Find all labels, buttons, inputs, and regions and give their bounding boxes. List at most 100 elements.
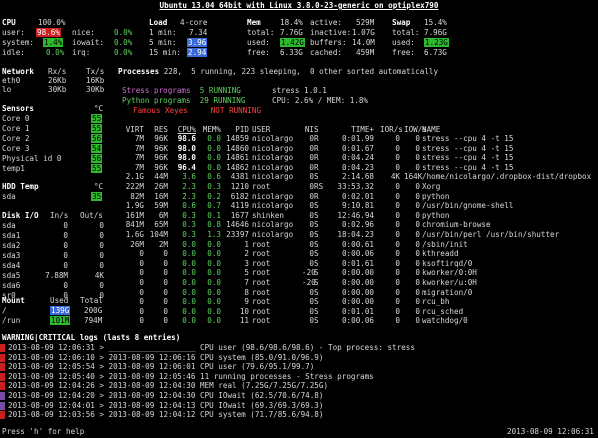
- sensor-value-cell: 56: [91, 154, 103, 163]
- proc-cell-name: kworker/0:0H: [422, 268, 477, 278]
- proc-cell-virt: 0: [139, 258, 144, 268]
- proc-cell-time: 0:00.00: [341, 268, 374, 278]
- proc-cell-mem: 0.1: [207, 210, 221, 220]
- proc-cell-cpu: 0.3: [182, 220, 196, 230]
- proc-header-cpu[interactable]: CPU%: [170, 125, 196, 134]
- proc-cell-virt: 0: [139, 249, 144, 259]
- proc-cell-name: kthreadd: [422, 249, 459, 259]
- proc-cell-virt: 1.9G: [125, 201, 144, 211]
- sensor-name: Core 1: [2, 124, 30, 133]
- monitor-xeyes-label: Famous Xeyes: [133, 106, 188, 115]
- proc-cell-user: shinken: [252, 210, 285, 220]
- proc-cell-name: migration/0: [422, 287, 473, 297]
- disk-out: 0: [99, 241, 104, 250]
- log-severity-marker: [0, 353, 5, 362]
- proc-cell-pid: 1677: [230, 210, 249, 220]
- proc-cell-iow: 0: [415, 278, 420, 287]
- proc-cell-mem: 0.8: [207, 220, 221, 230]
- disk-out: 0: [99, 261, 104, 270]
- sensor-value-cell: 55: [91, 124, 103, 133]
- proc-header-user: USER: [252, 125, 271, 134]
- load-15min-value: 2.94: [187, 48, 208, 57]
- proc-cell-ni: 0: [309, 258, 314, 268]
- proc-cell-ior: 0: [395, 230, 400, 239]
- mem-title: Mem: [247, 18, 261, 27]
- proc-cell-res: 6M: [158, 210, 168, 220]
- proc-cell-iow: 0: [415, 220, 420, 230]
- proc-cell-pid: 9: [244, 297, 249, 307]
- cpu-title: CPU: [2, 18, 16, 27]
- proc-cell-ni: 0: [309, 287, 314, 297]
- cpu-nice-label: nice:: [72, 28, 95, 37]
- proc-cell-ior: 0: [395, 258, 400, 268]
- sensor-name: Core 0: [2, 114, 30, 123]
- proc-cell-ior: 0: [395, 287, 400, 297]
- monitor-python-label: Python programs: [122, 96, 191, 105]
- proc-cell-res: 96K: [154, 143, 168, 153]
- proc-cell-cpu: 96.4: [177, 162, 196, 172]
- proc-cell-ni: 0: [309, 306, 314, 316]
- proc-cell-mem: 0.6: [207, 172, 221, 182]
- proc-cell-virt: 161M: [125, 210, 144, 220]
- disk-name: sda1: [2, 231, 21, 240]
- log-severity-marker: [0, 372, 5, 381]
- proc-cell-ior: 0: [395, 249, 400, 259]
- disk-name: sda5: [2, 271, 21, 280]
- proc-cell-ni: 0: [309, 230, 314, 239]
- proc-cell-mem: 0.0: [207, 258, 221, 268]
- proc-cell-status: S: [314, 297, 319, 307]
- proc-cell-time: 0:04.24: [341, 153, 374, 163]
- proc-cell-cpu: 0.0: [182, 268, 196, 278]
- processes-summary: Processes 228, 5 running, 223 sleeping, …: [118, 67, 438, 76]
- proc-cell-pid: 2: [244, 249, 249, 259]
- disk-name: sda3: [2, 251, 21, 260]
- disk-in: 0: [63, 241, 68, 250]
- log-entry: 2013-08-09 12:03:56 > 2013-08-09 12:04:1…: [8, 410, 324, 420]
- proc-cell-virt: 0: [139, 278, 144, 287]
- hddtemp-name: sda: [2, 192, 16, 201]
- proc-cell-user: nicolargo: [252, 230, 294, 239]
- load-cores: 4-core: [180, 18, 208, 27]
- log-entry: 2013-08-09 12:05:54 > 2013-08-09 12:06:0…: [8, 362, 315, 372]
- proc-cell-iow: 0: [415, 297, 420, 307]
- help-hint: Press 'h' for help: [2, 427, 85, 436]
- disk-out: 0: [99, 221, 104, 230]
- proc-cell-name: chromium-browse: [422, 220, 491, 230]
- disk-name: sda6: [2, 281, 21, 290]
- hddtemp-title: HDD Temp: [2, 182, 39, 191]
- swap-free-label: free:: [392, 48, 415, 57]
- mem-free-value: 6.33G: [280, 48, 303, 57]
- mem-inactive-value: 1.07G: [352, 28, 375, 37]
- proc-cell-pid: 1210: [230, 182, 249, 191]
- proc-cell-name: rcu_bh: [422, 297, 450, 307]
- proc-cell-virt: 7M: [134, 162, 144, 172]
- proc-cell-cpu: 0.0: [182, 278, 196, 287]
- proc-cell-mem: 1.3: [207, 230, 221, 239]
- load-5min-value: 3.96: [187, 38, 208, 47]
- proc-cell-iow: 0: [415, 210, 420, 220]
- diskio-in-header: In/s: [50, 211, 69, 220]
- logs-title: WARNING|CRITICAL logs (lasts 8 entries): [2, 333, 181, 342]
- proc-cell-pid: 1: [244, 239, 249, 249]
- sensor-name: Core 3: [2, 144, 30, 153]
- hddtemp-value: 35: [91, 192, 103, 201]
- proc-cell-pid: 14862: [226, 162, 249, 172]
- proc-cell-res: 96K: [154, 153, 168, 163]
- proc-cell-virt: 0: [139, 316, 144, 326]
- disk-in: 0: [63, 221, 68, 230]
- proc-cell-mem: 0.0: [207, 134, 221, 143]
- proc-cell-user: nicolargo: [252, 134, 294, 143]
- disk-out: 0: [99, 231, 104, 240]
- proc-cell-pid: 7: [244, 278, 249, 287]
- proc-cell-name: python: [422, 210, 450, 220]
- proc-cell-iow: 0: [415, 316, 420, 326]
- proc-cell-time: 0:00.00: [341, 297, 374, 307]
- sensors-unit: °C: [94, 104, 104, 113]
- proc-cell-iow: 0: [415, 134, 420, 143]
- sensor-value-cell: 55: [91, 114, 103, 123]
- sensor-value: 56: [91, 134, 103, 143]
- mem-active-label: active:: [310, 18, 343, 27]
- mount-total: 794M: [84, 316, 103, 325]
- proc-cell-time: 0:00.61: [341, 239, 374, 249]
- proc-cell-ni: 0: [309, 172, 314, 182]
